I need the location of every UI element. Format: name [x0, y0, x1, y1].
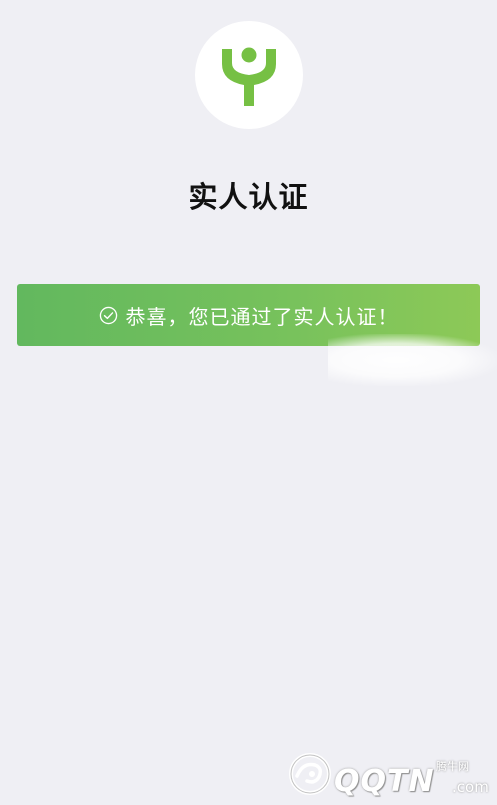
success-message: 恭喜，您已通过了实人认证！	[125, 304, 399, 329]
person-arms-up-icon	[222, 47, 276, 106]
app-logo	[195, 21, 303, 129]
watermark-domain: .com	[452, 778, 489, 796]
success-banner: 恭喜，您已通过了实人认证！	[17, 284, 480, 346]
watermark: 腾牛网 QQTN .com	[288, 750, 493, 802]
watermark-brand-small: 腾牛网	[436, 760, 469, 773]
page-title: 实人认证	[188, 180, 309, 214]
check-circle-icon	[99, 306, 117, 324]
swirl-logo-icon	[289, 753, 331, 795]
watermark-wordmark: QQTN	[334, 764, 435, 799]
